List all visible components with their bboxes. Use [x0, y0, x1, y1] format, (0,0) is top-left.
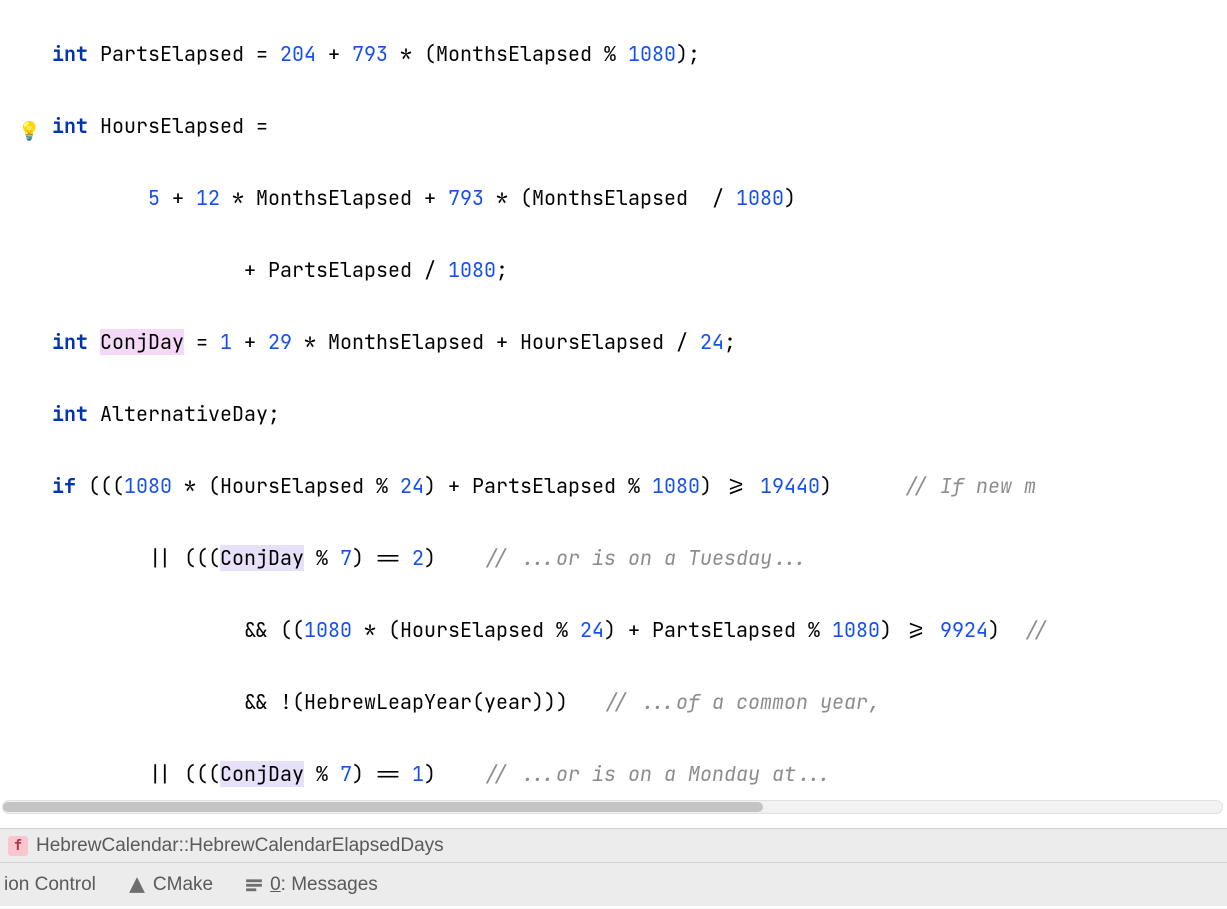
identifier-occurrence: ConjDay — [100, 329, 184, 355]
messages-icon — [245, 876, 263, 894]
code-line[interactable]: int PartsElapsed = 204 + 793 * (MonthsEl… — [52, 36, 1056, 72]
intention-bulb-icon[interactable]: 💡 — [18, 114, 40, 150]
breadcrumb-text: HebrewCalendar::HebrewCalendarElapsedDay… — [36, 828, 444, 864]
code-line[interactable]: int AlternativeDay; — [52, 396, 1056, 432]
code-line[interactable]: int ConjDay = 1 + 29 * MonthsElapsed + H… — [52, 324, 1056, 360]
identifier-occurrence: ConjDay — [220, 545, 304, 571]
cmake-icon — [128, 876, 146, 894]
identifier-occurrence: ConjDay — [220, 761, 304, 787]
code-block[interactable]: int PartsElapsed = 204 + 793 * (MonthsEl… — [52, 0, 1056, 820]
code-line[interactable]: 5 + 12 * MonthsElapsed + 793 * (MonthsEl… — [52, 180, 1056, 216]
code-line[interactable]: || (((ConjDay % 7) == 1) // ...or is on … — [52, 756, 1056, 792]
tool-tab-cmake[interactable]: CMake — [128, 867, 213, 903]
scrollbar-thumb[interactable] — [3, 802, 763, 812]
tool-window-bar: ion Control CMake 0: Messages — [0, 862, 1227, 906]
code-line[interactable]: && ((1080 * (HoursElapsed % 24) + PartsE… — [52, 612, 1056, 648]
code-line[interactable]: && !(HebrewLeapYear(year))) // ...of a c… — [52, 684, 1056, 720]
tool-tab-version-control[interactable]: ion Control — [4, 867, 96, 903]
code-line[interactable]: + PartsElapsed / 1080; — [52, 252, 1056, 288]
horizontal-scrollbar[interactable] — [2, 800, 1223, 814]
function-icon: f — [8, 836, 28, 856]
editor-gutter: 💡 — [0, 0, 50, 820]
code-line[interactable]: int HoursElapsed = — [52, 108, 1056, 144]
code-line[interactable]: if (((1080 * (HoursElapsed % 24) + Parts… — [52, 468, 1056, 504]
tool-tab-messages[interactable]: 0: Messages — [245, 867, 378, 903]
code-editor[interactable]: 💡 int PartsElapsed = 204 + 793 * (Months… — [0, 0, 1227, 820]
breadcrumb[interactable]: f HebrewCalendar::HebrewCalendarElapsedD… — [0, 828, 1227, 862]
code-line[interactable]: || (((ConjDay % 7) == 2) // ...or is on … — [52, 540, 1056, 576]
